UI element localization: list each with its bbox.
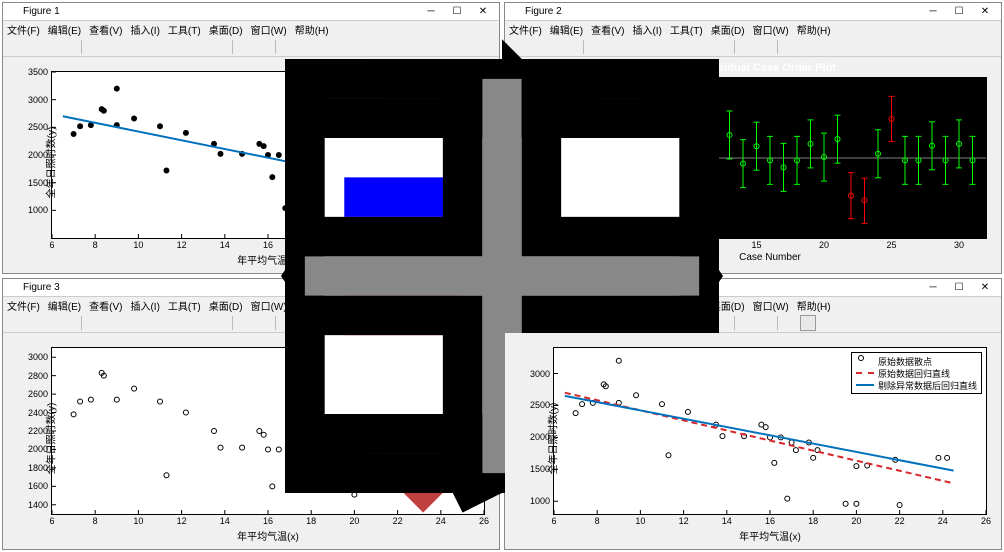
axes[interactable]: 6810121416182022242610001500200025003000… (553, 347, 987, 515)
y-tick: 1000 (530, 496, 550, 506)
x-tick: 14 (722, 516, 732, 526)
x-tick: 22 (895, 516, 905, 526)
x-tick: 20 (851, 516, 861, 526)
x-tick: 12 (679, 516, 689, 526)
figure-4-window: Figure 4 ─ ☐ ✕ 文件(F)编辑(E)查看(V)插入(I)工具(T)… (504, 278, 1002, 550)
x-tick: 8 (595, 516, 600, 526)
x-label: 年平均气温(x) (739, 528, 801, 543)
x-tick: 6 (551, 516, 556, 526)
legend[interactable]: 原始数据散点原始数据回归直线剔除异常数据后回归直线 (851, 352, 982, 394)
toolbar (505, 313, 1001, 333)
x-tick: 10 (635, 516, 645, 526)
x-tick: 16 (765, 516, 775, 526)
x-tick: 24 (938, 516, 948, 526)
x-tick: 26 (981, 516, 991, 526)
y-tick: 3000 (530, 369, 550, 379)
legend-item: 原始数据散点 (856, 355, 977, 367)
subplot-icon[interactable] (800, 315, 816, 331)
y-label: 全年日照时数(y) (544, 403, 559, 475)
plot-area: 6810121416182022242610001500200025003000… (505, 333, 1001, 549)
x-tick: 18 (808, 516, 818, 526)
